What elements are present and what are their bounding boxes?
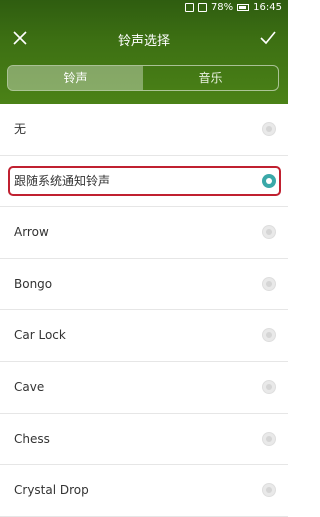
radio-button[interactable]	[262, 276, 276, 291]
list-item[interactable]: 跟随系统通知铃声	[0, 156, 288, 208]
list-item[interactable]: Cave	[0, 362, 288, 414]
ringtone-label: Bongo	[14, 276, 53, 291]
battery-icon	[237, 4, 250, 11]
ringtone-label: Car Lock	[14, 328, 66, 343]
ringtone-label: 无	[14, 122, 27, 136]
tab-switcher: 铃声 音乐	[7, 65, 279, 91]
sim-icon	[184, 3, 194, 12]
notification-icon	[197, 3, 207, 12]
list-item[interactable]: Car Lock	[0, 310, 288, 362]
confirm-check-icon[interactable]	[258, 28, 278, 48]
tab-music[interactable]: 音乐	[143, 66, 278, 90]
radio-button[interactable]	[262, 431, 276, 446]
battery-percent: 78%	[210, 2, 234, 13]
list-item[interactable]: Crystal Drop	[0, 465, 288, 517]
ringtone-label: Chess	[14, 431, 50, 446]
ringtone-label: 跟随系统通知铃声	[14, 173, 111, 188]
ringtone-list: 无 跟随系统通知铃声 Arrow Bongo Car Lock Cave Che…	[0, 104, 288, 517]
radio-button[interactable]	[262, 328, 276, 343]
ringtone-label: Cave	[14, 379, 45, 394]
radio-button[interactable]	[262, 483, 276, 498]
page-title: 铃声选择	[117, 34, 170, 49]
list-item[interactable]: Chess	[0, 414, 288, 466]
header: 78% 16:45 铃声选择 铃声 音乐	[0, 0, 288, 104]
radio-button[interactable]	[262, 379, 276, 394]
status-bar: 78% 16:45	[0, 0, 288, 16]
title-bar: 铃声选择	[0, 22, 288, 54]
tab-ringtone[interactable]: 铃声	[8, 66, 143, 90]
radio-button[interactable]	[262, 122, 276, 136]
list-item[interactable]: Arrow	[0, 207, 288, 259]
radio-button[interactable]	[262, 225, 276, 240]
clock: 16:45	[253, 2, 282, 13]
list-item[interactable]: 无	[0, 104, 288, 156]
ringtone-label: Crystal Drop	[14, 483, 89, 498]
ringtone-label: Arrow	[14, 225, 49, 240]
list-item[interactable]: Bongo	[0, 259, 288, 311]
radio-button-selected[interactable]	[262, 173, 276, 188]
